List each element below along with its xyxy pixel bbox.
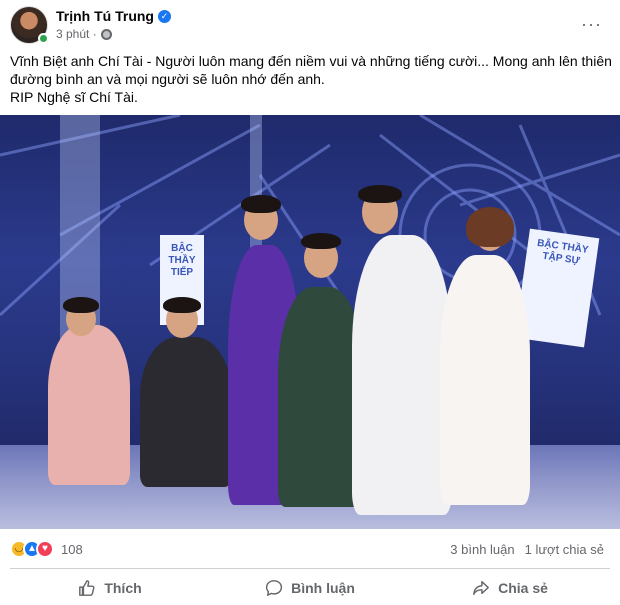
like-button[interactable]: Thích [10, 572, 210, 604]
author-name[interactable]: Trịnh Tú Trung [56, 8, 154, 24]
person-black-outfit [140, 337, 232, 487]
share-count[interactable]: 1 lượt chia sẻ [525, 542, 604, 557]
like-icon [79, 580, 95, 596]
author-name-row: Trịnh Tú Trung ✓ [56, 8, 171, 24]
post-actions: Thích Bình luận Chia sẻ [10, 572, 610, 604]
person-hair [358, 185, 402, 203]
love-reaction-icon: ♥ [36, 540, 54, 558]
globe-icon [100, 28, 112, 40]
comment-button[interactable]: Bình luận [210, 572, 410, 604]
sign-left-text: BẬC THẦY TIẾP [168, 243, 196, 278]
engagement-counts: 3 bình luận 1 lượt chia sẻ [450, 542, 604, 557]
like-label: Thích [104, 580, 142, 596]
comment-icon [266, 580, 283, 596]
post-stats: ◡ ▲ ♥ 108 3 bình luận 1 lượt chia sẻ [10, 537, 610, 563]
post-header: Trịnh Tú Trung ✓ 3 phút · ··· [10, 6, 610, 46]
post-time[interactable]: 3 phút · [56, 27, 97, 41]
reaction-summary[interactable]: ◡ ▲ ♥ 108 [10, 540, 83, 558]
person-pink-suit [48, 325, 130, 485]
person-white-dress [440, 255, 530, 505]
more-icon[interactable]: ··· [581, 14, 602, 35]
sign-right-text: BẬC THẦY TẬP SỰ [536, 237, 590, 267]
online-status-dot [38, 33, 49, 44]
comment-label: Bình luận [291, 580, 355, 596]
person-white-suit [352, 235, 452, 515]
person-hair [466, 207, 514, 247]
person-hair [301, 233, 341, 249]
person-hair [163, 297, 201, 313]
share-label: Chia sẻ [498, 580, 548, 596]
post-text: Vĩnh Biệt anh Chí Tài - Người luôn mang … [10, 52, 612, 106]
post-text-line: đường bình an và mọi người sẽ luôn nhớ đ… [10, 71, 325, 87]
person-hair [63, 297, 99, 313]
comment-count[interactable]: 3 bình luận [450, 542, 514, 557]
share-icon [473, 580, 490, 596]
actions-divider [10, 568, 610, 569]
post-text-line: RIP Nghệ sĩ Chí Tài. [10, 89, 138, 105]
post-photo[interactable]: BẬC THẦY TIẾP BẬC THẦY TẬP SỰ [0, 115, 620, 529]
post-meta: 3 phút · [56, 27, 112, 41]
facebook-post: Trịnh Tú Trung ✓ 3 phút · ··· Vĩnh Biệt … [0, 0, 620, 605]
post-text-line: Vĩnh Biệt anh Chí Tài - Người luôn mang … [10, 53, 612, 69]
person-hair [241, 195, 281, 213]
reaction-count[interactable]: 108 [61, 542, 83, 557]
verified-badge-icon: ✓ [158, 9, 171, 23]
share-button[interactable]: Chia sẻ [410, 572, 610, 604]
